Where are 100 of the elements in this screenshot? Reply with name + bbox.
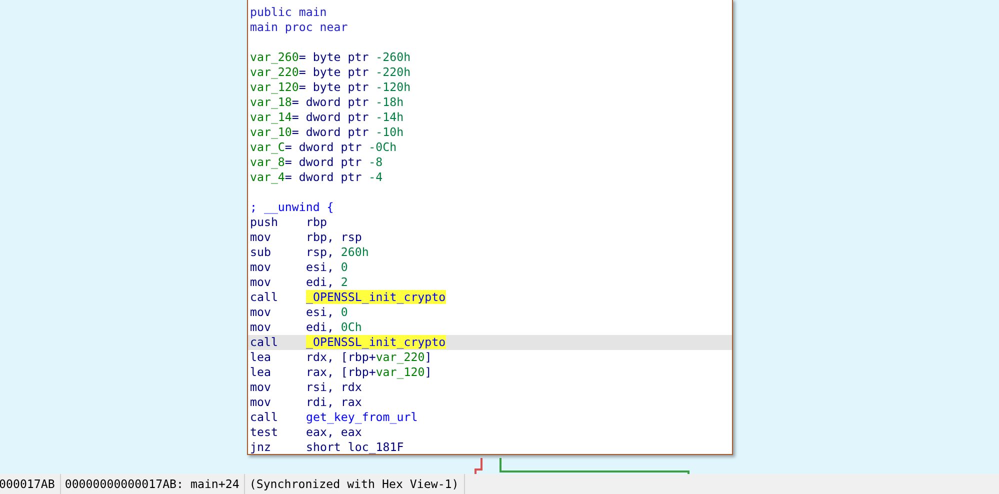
header-text: main proc near — [250, 20, 348, 34]
header-text: public main — [250, 5, 327, 19]
operand-text: = byte ptr — [298, 80, 370, 94]
mnemonic: mov — [250, 260, 272, 275]
number-text: -0Ch — [368, 140, 397, 154]
code-line[interactable]: call _OPENSSL_init_crypto — [248, 290, 732, 305]
code-line[interactable]: var_260= byte ptr -260h — [248, 50, 732, 65]
mnemonic: jnz — [250, 440, 272, 455]
mnemonic: mov — [250, 395, 272, 410]
mnemonic: mov — [250, 275, 272, 290]
operand-text: = dword ptr — [284, 155, 363, 169]
number-text: -4 — [368, 170, 383, 184]
variable-name: var_120 — [250, 80, 299, 94]
mnemonic: call — [250, 410, 279, 425]
status-text: 00000000000017AB: main+24 — [60, 474, 246, 494]
operand-text: eax, eax — [306, 425, 362, 439]
code-line[interactable]: var_10= dword ptr -10h — [248, 125, 732, 140]
code-line[interactable]: var_C= dword ptr -0Ch — [248, 140, 732, 155]
operand-text: rdx, [rbp+ — [306, 350, 376, 364]
mnemonic: lea — [250, 365, 272, 380]
operand-text: rbp, rsp — [306, 230, 362, 244]
code-line[interactable]: mov edi, 2 — [248, 275, 732, 290]
number-text: 0Ch — [340, 320, 362, 334]
code-line[interactable]: var_4= dword ptr -4 — [248, 170, 732, 185]
code-line[interactable]: mov esi, 0 — [248, 260, 732, 275]
mnemonic: mov — [250, 380, 272, 395]
operand-text: rdi, rax — [306, 395, 362, 409]
operand-text: rax, [rbp+ — [306, 365, 376, 379]
number-text: -220h — [376, 65, 411, 79]
variable-name: var_4 — [250, 170, 285, 184]
code-line[interactable]: call get_key_from_url — [248, 410, 732, 425]
code-line[interactable]: test eax, eax — [248, 425, 732, 440]
operand-text: rsi, rdx — [306, 380, 362, 394]
number-text: -8 — [368, 155, 383, 169]
variable-name: var_8 — [250, 155, 285, 169]
variable-name: var_10 — [250, 125, 292, 139]
mnemonic: sub — [250, 245, 272, 260]
mnemonic: push — [250, 215, 279, 230]
variable-name: var_220 — [376, 350, 425, 364]
code-line[interactable]: mov rsi, rdx — [248, 380, 732, 395]
code-line[interactable]: var_220= byte ptr -220h — [248, 65, 732, 80]
code-line[interactable]: main proc near — [248, 20, 732, 35]
code-line[interactable]: push rbp — [248, 215, 732, 230]
code-line[interactable]: mov rbp, rsp — [248, 230, 732, 245]
variable-name: var_C — [250, 140, 285, 154]
edge-line — [474, 458, 482, 474]
number-text: 260h — [340, 245, 369, 259]
comment-text: ; __unwind { — [250, 200, 334, 214]
operand-text: = dword ptr — [284, 140, 363, 154]
highlighted-function-name: _OPENSSL_init_crypto — [306, 290, 446, 304]
operand-text: = dword ptr — [292, 110, 370, 124]
code-line[interactable]: mov esi, 0 — [248, 305, 732, 320]
code-line[interactable]: var_8= dword ptr -8 — [248, 155, 732, 170]
status-text: (Synchronized with Hex View-1) — [245, 474, 465, 494]
function-name: get_key_from_url — [306, 410, 418, 424]
operand-text: short loc_181F — [306, 440, 404, 454]
operand-text: esi, — [306, 260, 335, 274]
operand-text: rsp, — [306, 245, 335, 259]
status-text: 000017AB — [0, 474, 61, 494]
operand-text: rbp — [306, 215, 327, 229]
mnemonic: mov — [250, 320, 272, 335]
variable-name: var_120 — [376, 365, 425, 379]
number-text: -10h — [376, 125, 404, 139]
operand-text: edi, — [306, 320, 335, 334]
code-line[interactable]: jnz short loc_181F — [248, 440, 732, 455]
variable-name: var_220 — [250, 65, 299, 79]
operand-text: = dword ptr — [292, 125, 370, 139]
number-text: 0 — [340, 305, 348, 319]
operand-text: edi, — [306, 275, 335, 289]
code-line[interactable]: sub rsp, 260h — [248, 245, 732, 260]
mnemonic: call — [250, 290, 279, 305]
code-line[interactable]: mov edi, 0Ch — [248, 320, 732, 335]
number-text: 0 — [340, 260, 348, 274]
number-text: 2 — [340, 275, 348, 289]
mnemonic: mov — [250, 305, 272, 320]
code-line[interactable]: mov rdi, rax — [248, 395, 732, 410]
mnemonic: lea — [250, 350, 272, 365]
code-line[interactable]: var_14= dword ptr -14h — [248, 110, 732, 125]
mnemonic: call — [250, 335, 279, 350]
number-text: -14h — [376, 110, 404, 124]
variable-name: var_260 — [250, 50, 299, 64]
highlighted-function-name: _OPENSSL_init_crypto — [306, 335, 446, 349]
code-line[interactable]: var_120= byte ptr -120h — [248, 80, 732, 95]
operand-text: = byte ptr — [298, 50, 370, 64]
code-line[interactable]: public main — [248, 5, 732, 20]
mnemonic: test — [250, 425, 279, 440]
operand-text: = dword ptr — [292, 95, 370, 109]
mnemonic: mov — [250, 230, 272, 245]
code-line[interactable]: ; __unwind { — [248, 200, 732, 215]
operand-text: ] — [424, 365, 432, 379]
operand-text: = byte ptr — [298, 65, 370, 79]
operand-text: ] — [424, 350, 432, 364]
operand-text: = dword ptr — [284, 170, 363, 184]
code-line[interactable]: var_18= dword ptr -18h — [248, 95, 732, 110]
code-line[interactable]: lea rdx, [rbp+var_220] — [248, 350, 732, 365]
number-text: -18h — [376, 95, 404, 109]
number-text: -120h — [376, 80, 411, 94]
variable-name: var_14 — [250, 110, 292, 124]
code-line[interactable]: lea rax, [rbp+var_120] — [248, 365, 732, 380]
variable-name: var_18 — [250, 95, 292, 109]
